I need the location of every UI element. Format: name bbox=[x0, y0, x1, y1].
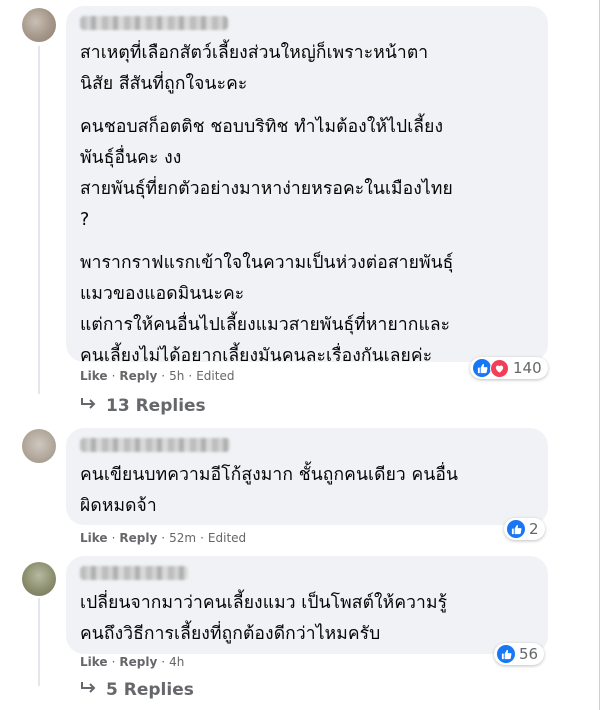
timestamp[interactable]: 52m bbox=[169, 531, 196, 545]
comment-paragraph: เปลี่ยนจากมาว่าคนเลี้ยงแมว เป็นโพสต์ให้ค… bbox=[80, 593, 448, 644]
reply-button[interactable]: Reply bbox=[119, 655, 157, 669]
edited-label[interactable]: Edited bbox=[208, 531, 246, 545]
comment-bubble: เปลี่ยนจากมาว่าคนเลี้ยงแมว เป็นโพสต์ให้ค… bbox=[66, 556, 548, 654]
reply-arrow-icon bbox=[80, 680, 98, 700]
separator: · bbox=[111, 369, 116, 383]
like-button[interactable]: Like bbox=[80, 531, 108, 545]
comment-paragraph: คนชอบสก็อตติช ชอบบริทิช ทำไมต้องให้ไปเลี… bbox=[80, 117, 453, 230]
separator: · bbox=[200, 531, 204, 545]
edited-label[interactable]: Edited bbox=[196, 369, 234, 383]
commenter-name-blurred[interactable] bbox=[80, 566, 188, 580]
avatar[interactable] bbox=[22, 429, 56, 463]
comment-bubble: สาเหตุที่เลือกสัตว์เลี้ยงส่วนใหญ่ก็เพราะ… bbox=[66, 6, 548, 366]
commenter-name-blurred[interactable] bbox=[80, 16, 228, 30]
reply-button[interactable]: Reply bbox=[119, 369, 157, 383]
separator: · bbox=[161, 531, 166, 545]
reaction-count: 140 bbox=[513, 359, 542, 377]
avatar[interactable] bbox=[22, 562, 56, 596]
separator: · bbox=[188, 369, 193, 383]
view-replies-button[interactable]: 13 Replies bbox=[80, 396, 206, 416]
comment-actions: Like · Reply · 4h bbox=[80, 655, 184, 669]
avatar[interactable] bbox=[22, 8, 56, 42]
reaction-summary[interactable]: 140 bbox=[470, 357, 548, 379]
separator: · bbox=[161, 655, 166, 669]
comment-paragraph: พารากราฟแรกเข้าใจในความเป็นห่วงต่อสายพัน… bbox=[80, 253, 454, 366]
like-button[interactable]: Like bbox=[80, 369, 108, 383]
timestamp[interactable]: 4h bbox=[169, 655, 184, 669]
like-icon bbox=[473, 359, 491, 377]
separator: · bbox=[111, 655, 116, 669]
separator: · bbox=[161, 369, 166, 383]
reply-button[interactable]: Reply bbox=[119, 531, 157, 545]
comment-actions: Like · Reply · 5h · Edited bbox=[80, 369, 234, 383]
love-icon bbox=[490, 358, 509, 378]
like-button[interactable]: Like bbox=[80, 655, 108, 669]
comment-paragraph: สาเหตุที่เลือกสัตว์เลี้ยงส่วนใหญ่ก็เพราะ… bbox=[80, 43, 429, 94]
reaction-count: 56 bbox=[519, 645, 539, 663]
reply-arrow-icon bbox=[80, 396, 98, 416]
replies-count: 5 Replies bbox=[106, 680, 194, 700]
thread-line bbox=[38, 598, 40, 686]
view-replies-button[interactable]: 5 Replies bbox=[80, 680, 194, 700]
timestamp[interactable]: 5h bbox=[169, 369, 184, 383]
replies-count: 13 Replies bbox=[106, 396, 206, 416]
like-icon bbox=[497, 645, 515, 663]
reaction-count: 2 bbox=[529, 520, 539, 538]
reaction-summary[interactable]: 56 bbox=[494, 643, 545, 665]
commenter-name-blurred[interactable] bbox=[80, 438, 230, 452]
separator: · bbox=[111, 531, 116, 545]
comment-bubble: คนเขียนบทความอีโก้สูงมาก ชั้นถูกคนเดียว … bbox=[66, 428, 548, 525]
like-icon bbox=[507, 520, 525, 538]
comment-paragraph: คนเขียนบทความอีโก้สูงมาก ชั้นถูกคนเดียว … bbox=[80, 465, 459, 516]
reaction-summary[interactable]: 2 bbox=[504, 518, 545, 540]
comment-actions: Like · Reply · 52m · Edited bbox=[80, 531, 246, 545]
thread-line bbox=[38, 46, 40, 394]
